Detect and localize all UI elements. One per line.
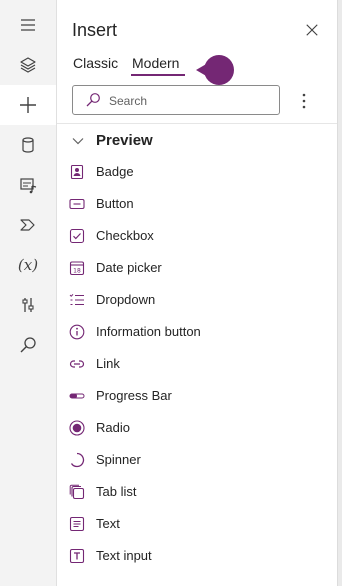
hamburger-menu-button[interactable] <box>0 5 56 45</box>
chevron-down-icon[interactable] <box>71 134 85 148</box>
power-automate-button[interactable] <box>0 205 56 245</box>
search-rail-button[interactable] <box>0 325 56 365</box>
list-item-badge[interactable]: Badge <box>57 156 337 188</box>
panel-title: Insert <box>72 20 118 40</box>
list-item-dropdown[interactable]: Dropdown <box>57 284 337 316</box>
search-icon <box>86 93 100 107</box>
list-item-label: Date picker <box>96 260 162 275</box>
text-input-icon <box>69 548 85 564</box>
list-item-information-button[interactable]: Information button <box>57 316 337 348</box>
list-item-label: Text input <box>96 548 152 563</box>
radio-icon <box>69 420 85 436</box>
divider <box>57 123 337 124</box>
search-icon <box>20 337 36 353</box>
list-item-spinner[interactable]: Spinner <box>57 444 337 476</box>
hamburger-menu-icon <box>21 19 35 31</box>
list-item-date-picker[interactable]: 18 Date picker <box>57 252 337 284</box>
list-item-label: Checkbox <box>96 228 154 243</box>
database-icon <box>22 137 34 153</box>
svg-text:18: 18 <box>73 268 81 275</box>
variables-icon: (x) <box>17 256 39 274</box>
search-placeholder: Search <box>109 94 148 108</box>
more-options-button[interactable] <box>295 88 313 114</box>
list-item-tab-list[interactable]: Tab list <box>57 476 337 508</box>
spinner-icon <box>70 452 85 468</box>
info-icon <box>69 324 85 340</box>
panel-resize-edge[interactable] <box>337 0 342 586</box>
checkbox-icon <box>69 228 85 244</box>
list-item-label: Information button <box>96 324 201 339</box>
search-input[interactable]: Search <box>72 85 280 115</box>
list-item-label: Text <box>96 516 120 531</box>
data-button[interactable] <box>0 125 56 165</box>
tab-classic[interactable]: Classic <box>73 55 118 71</box>
tools-button[interactable] <box>0 285 56 325</box>
link-icon <box>69 360 85 368</box>
list-item-label: Dropdown <box>96 292 156 307</box>
calendar-icon: 18 <box>69 261 85 276</box>
callout-pointer-icon <box>196 55 234 85</box>
media-button[interactable] <box>0 165 56 205</box>
list-item-progress-bar[interactable]: Progress Bar <box>57 380 337 412</box>
insert-button[interactable] <box>0 85 56 125</box>
list-item-label: Button <box>96 196 134 211</box>
close-button[interactable] <box>301 19 323 41</box>
selected-tab-indicator <box>131 74 185 76</box>
left-rail: (x) <box>0 0 57 586</box>
button-icon <box>69 198 85 210</box>
power-automate-icon <box>20 219 35 231</box>
variables-button[interactable]: (x) <box>0 245 56 285</box>
list-item-label: Link <box>96 356 120 371</box>
progress-bar-icon <box>69 393 85 399</box>
dropdown-list-icon <box>69 294 84 306</box>
tree-view-button[interactable] <box>0 45 56 85</box>
list-item-label: Tab list <box>96 484 137 499</box>
layers-icon <box>20 57 36 73</box>
media-icon <box>20 178 37 194</box>
section-header-preview[interactable]: Preview <box>96 132 153 149</box>
tab-modern[interactable]: Modern <box>132 55 179 71</box>
badge-icon <box>70 164 84 180</box>
list-item-button[interactable]: Button <box>57 188 337 220</box>
tools-icon <box>22 298 34 312</box>
more-vertical-icon <box>302 93 306 109</box>
list-item-text-input[interactable]: Text input <box>57 540 337 572</box>
insert-panel: Insert Classic Modern Search Preview Bad… <box>57 0 337 586</box>
list-item-text[interactable]: Text <box>57 508 337 540</box>
text-icon <box>69 516 85 532</box>
list-item-label: Radio <box>96 420 130 435</box>
insert-plus-icon <box>20 97 36 113</box>
list-item-link[interactable]: Link <box>57 348 337 380</box>
list-item-checkbox[interactable]: Checkbox <box>57 220 337 252</box>
close-icon <box>306 24 318 36</box>
list-item-label: Spinner <box>96 452 141 467</box>
tab-list-icon <box>69 484 85 500</box>
list-item-radio[interactable]: Radio <box>57 412 337 444</box>
list-item-label: Badge <box>96 164 134 179</box>
list-item-label: Progress Bar <box>96 388 172 403</box>
